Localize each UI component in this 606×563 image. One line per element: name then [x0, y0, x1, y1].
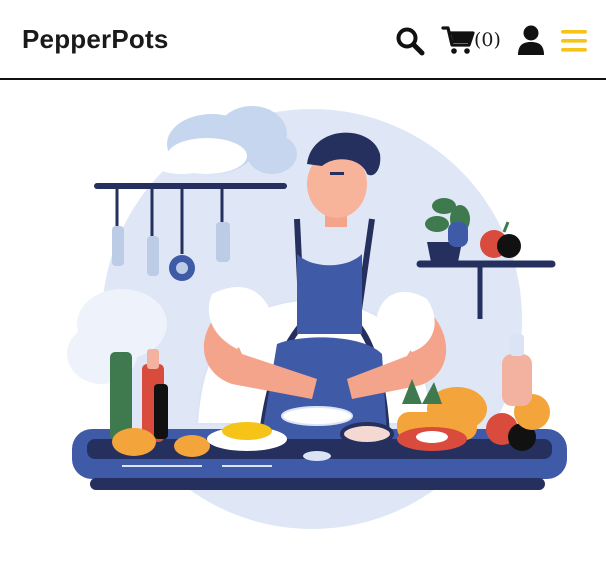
hamburger-menu-icon[interactable] — [560, 28, 588, 54]
user-icon[interactable] — [517, 25, 545, 55]
cart-count[interactable]: (0) — [474, 29, 501, 51]
search-icon[interactable] — [395, 26, 425, 56]
brand-logo[interactable]: PepperPots — [22, 24, 169, 55]
site-header: PepperPots (0) — [0, 0, 606, 80]
chef-cooking-illustration — [67, 106, 567, 529]
cart-icon[interactable] — [441, 24, 475, 56]
